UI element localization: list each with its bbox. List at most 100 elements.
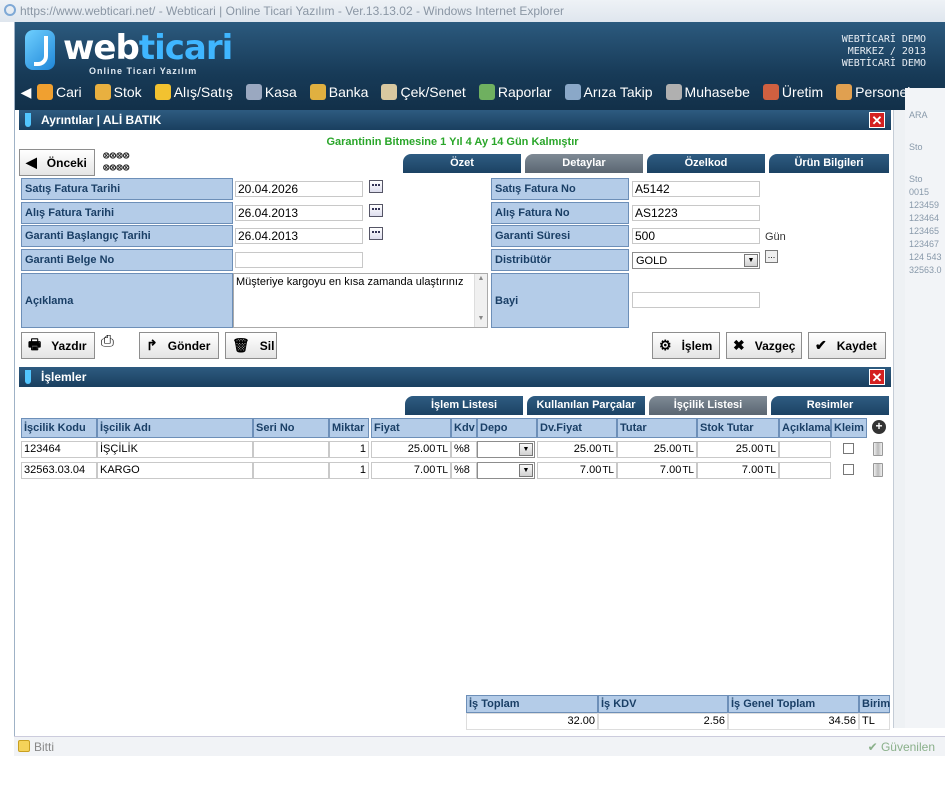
add-row-icon[interactable]: + <box>872 420 886 434</box>
claim-checkbox[interactable] <box>843 443 854 454</box>
table-cell[interactable]: 25.00TL <box>371 441 451 458</box>
menu-item-7[interactable]: Arıza Takip <box>564 84 653 100</box>
table-cell[interactable]: İŞÇİLİK <box>97 441 253 458</box>
table-cell[interactable]: 7.00TL <box>697 462 779 479</box>
table-cell[interactable]: 25.00TL <box>537 441 617 458</box>
tab-operation-list[interactable]: İşlem Listesi <box>405 396 523 415</box>
details-close-button[interactable]: ✕ <box>869 112 885 128</box>
depot-select[interactable]: ▼ <box>477 441 535 458</box>
tab-images[interactable]: Resimler <box>771 396 889 415</box>
menu-item-6[interactable]: Raporlar <box>478 84 552 100</box>
table-cell[interactable] <box>253 441 329 458</box>
side-item[interactable]: Sto <box>905 174 945 184</box>
tab-summary[interactable]: Özet <box>403 154 521 173</box>
dealer-field[interactable] <box>632 292 760 308</box>
menu-item-0[interactable]: Cari <box>37 84 82 100</box>
column-header[interactable]: Açıklama <box>779 418 831 438</box>
side-item[interactable]: 124 543 <box>905 252 945 262</box>
sales-invoice-no-field[interactable]: A5142 <box>632 181 760 197</box>
more-options-button[interactable]: ... <box>765 250 778 263</box>
tab-labor-list[interactable]: İşçilik Listesi <box>649 396 767 415</box>
main-scrollbar[interactable] <box>893 110 905 728</box>
previous-button[interactable]: ◀ Önceki <box>19 149 95 176</box>
tab-used-parts[interactable]: Kullanılan Parçalar <box>527 396 645 415</box>
side-item[interactable]: 32563.0 <box>905 265 945 275</box>
column-header[interactable]: Depo <box>477 418 537 438</box>
column-header[interactable]: Tutar <box>617 418 697 438</box>
menu-item-10[interactable]: Personel <box>836 84 910 100</box>
table-cell[interactable]: %8 <box>451 441 477 458</box>
column-header[interactable]: Dv.Fiyat <box>537 418 617 438</box>
description-textarea[interactable]: Müşteriye kargoyu en kısa zamanda ulaştı… <box>233 273 488 328</box>
operations-close-button[interactable]: ✕ <box>869 369 885 385</box>
main-menu: ◀ Cari Stok Alış/Satış Kasa Banka Çek/Senet Ra… <box>15 78 945 106</box>
save-button[interactable]: ✔ Kaydet <box>808 332 886 359</box>
table-cell[interactable]: 7.00TL <box>617 462 697 479</box>
side-item[interactable]: 123464 <box>905 213 945 223</box>
table-cell[interactable] <box>779 441 831 458</box>
warranty-countdown: Garantinin Bitmesine 1 Yıl 4 Ay 14 Gün K… <box>326 136 579 148</box>
column-header[interactable]: Seri No <box>253 418 329 438</box>
menu-item-8[interactable]: Muhasebe <box>665 84 750 100</box>
depot-select[interactable]: ▼ <box>477 462 535 479</box>
fax-icon[interactable]: ⎙ <box>101 333 121 355</box>
trash-icon[interactable] <box>873 442 883 456</box>
menu-item-4[interactable]: Banka <box>309 84 368 100</box>
column-header[interactable]: Miktar <box>329 418 369 438</box>
menu-item-2[interactable]: Alış/Satış <box>154 84 233 100</box>
table-cell[interactable] <box>253 462 329 479</box>
warranty-doc-field[interactable] <box>235 252 363 268</box>
table-cell[interactable]: 1 <box>329 462 369 479</box>
delete-button[interactable]: 🗑 Sil <box>225 332 277 359</box>
side-item[interactable]: 0015 <box>905 187 945 197</box>
menu-item-3[interactable]: Kasa <box>245 84 297 100</box>
table-cell[interactable]: 25.00TL <box>697 441 779 458</box>
table-cell[interactable]: 7.00TL <box>371 462 451 479</box>
calendar-icon[interactable] <box>369 180 383 193</box>
table-cell[interactable]: 7.00TL <box>537 462 617 479</box>
warranty-period-field[interactable]: 500 <box>632 228 760 244</box>
column-header[interactable]: İşcilik Adı <box>97 418 253 438</box>
cell-value: KARGO <box>100 464 140 476</box>
distributor-select[interactable]: GOLD ▼ <box>632 252 760 269</box>
barcode-icon[interactable]: ⊗⊗⊗⊗ ⊗⊗⊗⊗ <box>103 150 161 176</box>
side-item[interactable]: 123467 <box>905 239 945 249</box>
table-cell[interactable] <box>779 462 831 479</box>
tab-special-code[interactable]: Özelkod <box>647 154 765 173</box>
trash-icon[interactable] <box>873 463 883 477</box>
purchase-invoice-no-field[interactable]: AS1223 <box>632 205 760 221</box>
table-cell[interactable]: %8 <box>451 462 477 479</box>
print-button[interactable]: 🖶 Yazdır <box>21 332 95 359</box>
calendar-icon[interactable] <box>369 227 383 240</box>
side-item[interactable]: 123459 <box>905 200 945 210</box>
menu-item-9[interactable]: Üretim <box>762 84 823 100</box>
send-button[interactable]: ↱ Gönder <box>139 332 219 359</box>
tab-product-info[interactable]: Ürün Bilgileri <box>769 154 889 173</box>
browser-title-bar: https://www.webticari.net/ - Webticari |… <box>0 0 945 22</box>
column-header[interactable]: Stok Tutar <box>697 418 779 438</box>
claim-checkbox[interactable] <box>843 464 854 475</box>
side-item[interactable]: Sto <box>905 142 945 152</box>
calendar-icon[interactable] <box>369 204 383 217</box>
side-item[interactable]: 123465 <box>905 226 945 236</box>
table-cell[interactable]: 32563.03.04 <box>21 462 97 479</box>
purchase-invoice-date-field[interactable]: 26.04.2013 <box>235 205 363 221</box>
column-header[interactable]: Fiyat <box>371 418 451 438</box>
table-cell[interactable]: 123464 <box>21 441 97 458</box>
textarea-scrollbar[interactable]: ▲ ▼ <box>474 274 487 327</box>
column-header[interactable]: İşcilik Kodu <box>21 418 97 438</box>
warranty-start-field[interactable]: 26.04.2013 <box>235 228 363 244</box>
column-header[interactable]: Kdv <box>451 418 477 438</box>
menu-item-1[interactable]: Stok <box>94 84 142 100</box>
table-cell[interactable]: 25.00TL <box>617 441 697 458</box>
side-item[interactable]: ARA <box>905 110 945 120</box>
menu-item-5[interactable]: Çek/Senet <box>381 84 466 100</box>
table-cell[interactable]: 1 <box>329 441 369 458</box>
cancel-button[interactable]: ✖ Vazgeç <box>726 332 802 359</box>
menu-scroll-left-icon[interactable]: ◀ <box>15 84 37 101</box>
sales-invoice-date-field[interactable]: 20.04.2026 <box>235 181 363 197</box>
tab-details[interactable]: Detaylar <box>525 154 643 173</box>
table-cell[interactable]: KARGO <box>97 462 253 479</box>
column-header[interactable]: Kleim <box>831 418 867 438</box>
process-button[interactable]: ⚙ İşlem <box>652 332 720 359</box>
